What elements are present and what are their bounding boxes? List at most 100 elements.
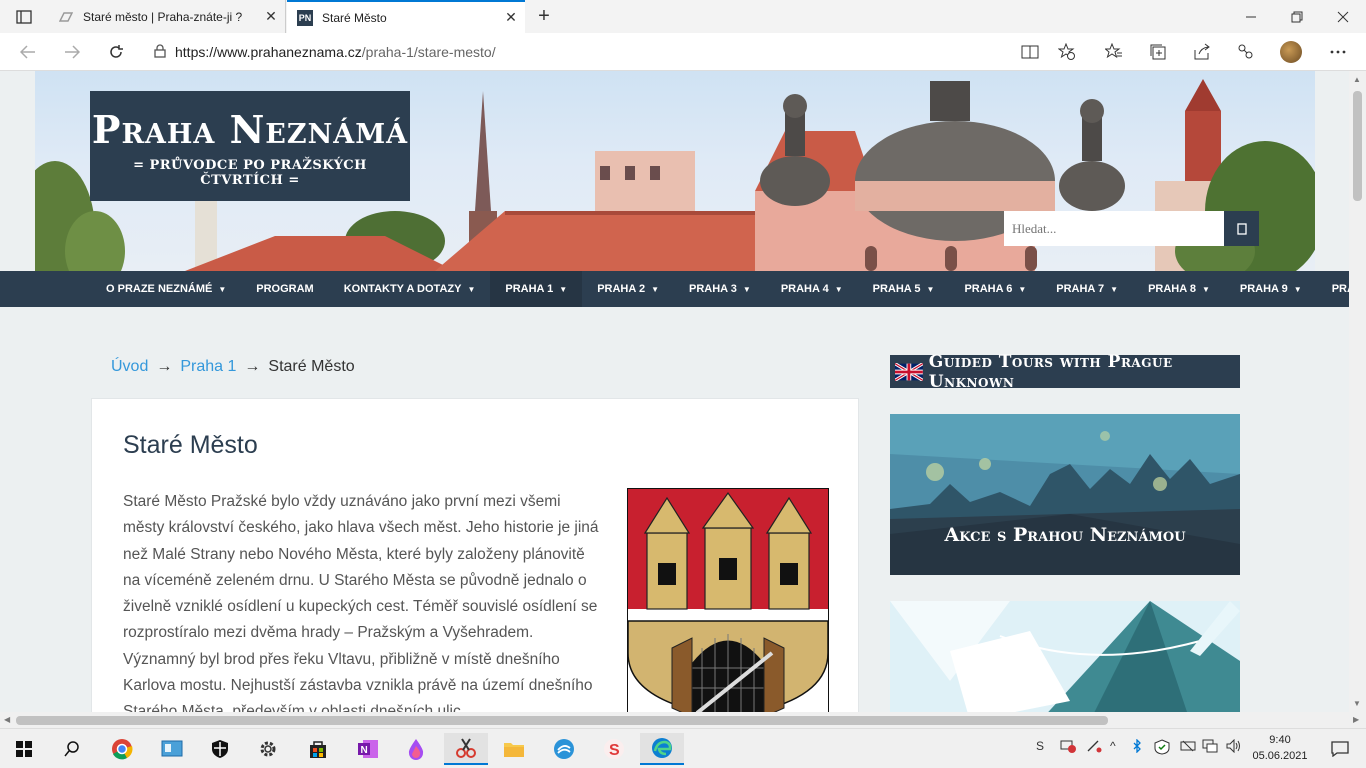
secondary-promo-banner[interactable] (890, 601, 1240, 712)
security-app-button[interactable] (198, 733, 242, 765)
tab-actions-button[interactable] (8, 6, 40, 28)
nav-item-praha-9[interactable]: PRAHA 9 ▼ (1225, 271, 1317, 307)
tab-close-icon[interactable]: ✕ (257, 8, 285, 25)
refresh-button[interactable] (102, 39, 130, 65)
store-app-button[interactable] (296, 733, 340, 765)
snip-scissors-icon (456, 738, 476, 758)
tab-stare-mesto-praha-znate-ji[interactable]: Staré město | Praha-znáte-ji ? ✕ (48, 0, 286, 33)
close-window-button[interactable] (1320, 0, 1366, 33)
url-path: /praha-1/stare-mesto/ (361, 44, 496, 60)
tab-actions-icon (16, 10, 32, 24)
vertical-scroll-thumb[interactable] (1353, 91, 1362, 201)
onenote-app-button[interactable]: N (346, 733, 390, 765)
tab-close-icon[interactable]: ✕ (497, 9, 525, 26)
caret-down-icon: ▼ (1110, 284, 1119, 294)
nav-label: PRAHA 2 (597, 283, 646, 295)
caret-down-icon: ▼ (218, 284, 227, 294)
notifications-button[interactable] (1318, 733, 1362, 765)
collections-button[interactable] (1145, 40, 1171, 64)
vertical-scrollbar[interactable]: ▲ ▼ (1349, 71, 1366, 712)
settings-app-button[interactable] (246, 733, 290, 765)
nav-item-praha-5[interactable]: PRAHA 5 ▼ (858, 271, 950, 307)
tray-network-icon[interactable] (1202, 739, 1218, 756)
tray-network-error-icon[interactable] (1060, 739, 1076, 756)
snipping-tool-app-button[interactable] (444, 733, 488, 765)
arrow-right-icon (65, 45, 80, 59)
scroll-up-icon[interactable]: ▲ (1353, 75, 1361, 84)
new-tab-button[interactable]: + (530, 4, 558, 30)
nav-item-kontakty-a-dotazy[interactable]: KONTAKTY A DOTAZY ▼ (329, 271, 491, 307)
scroll-down-icon[interactable]: ▼ (1353, 699, 1361, 708)
minimize-icon (1246, 16, 1256, 17)
search-taskbar-button[interactable] (50, 733, 94, 765)
chrome-icon (112, 739, 133, 760)
s-logo-icon: S (604, 739, 624, 759)
settings-more-button[interactable] (1325, 40, 1351, 64)
tray-ink-icon[interactable] (1086, 739, 1102, 756)
more-icon (1330, 50, 1346, 54)
restore-button[interactable] (1274, 0, 1320, 33)
svg-text:N: N (361, 745, 368, 756)
start-button[interactable] (2, 733, 46, 765)
horizontal-scroll-thumb[interactable] (16, 716, 1108, 725)
reader-view-button[interactable] (1017, 40, 1043, 64)
favorites-button[interactable] (1101, 40, 1127, 64)
profile-avatar[interactable] (1280, 41, 1302, 63)
tray-s-icon[interactable]: S (1036, 739, 1044, 753)
nav-item-o-praze-nezname[interactable]: O PRAZE NEZNÁMÉ ▼ (91, 271, 241, 307)
share-icon (1194, 43, 1210, 60)
breadcrumb-parent-link[interactable]: Praha 1 (180, 358, 236, 376)
site-logo[interactable]: Praha Neznámá = PRŮVODCE PO PRAŽSKÝCH ČT… (90, 91, 410, 201)
nav-label: PRAHA 1 (505, 283, 554, 295)
weather-app-button[interactable] (542, 733, 586, 765)
nav-item-praha-7[interactable]: PRAHA 7 ▼ (1041, 271, 1133, 307)
share-button[interactable] (1189, 40, 1215, 64)
nav-item-praha-3[interactable]: PRAHA 3 ▼ (674, 271, 766, 307)
breadcrumb-home-link[interactable]: Úvod (111, 358, 148, 376)
paint3d-app-button[interactable] (394, 733, 438, 765)
red-s-app-button[interactable]: S (592, 733, 636, 765)
system-clock[interactable]: 9:40 05.06.2021 (1250, 732, 1310, 764)
add-favorite-button[interactable] (1054, 40, 1080, 64)
tray-keyboard-icon[interactable] (1180, 739, 1196, 756)
horizontal-scrollbar[interactable]: ◀ ▶ (0, 712, 1366, 728)
tray-defender-icon[interactable] (1154, 739, 1170, 758)
tab-title: Staré město | Praha-znáte-ji ? (83, 9, 243, 24)
nav-label: PRAHA 9 (1239, 283, 1288, 295)
scroll-left-icon[interactable]: ◀ (4, 715, 10, 724)
nav-label: PRAHA 10 (1331, 283, 1349, 295)
control-panel-app-button[interactable] (150, 733, 194, 765)
extensions-button[interactable] (1233, 40, 1259, 64)
nav-item-praha-4[interactable]: PRAHA 4 ▼ (766, 271, 858, 307)
nav-item-program[interactable]: PROGRAM (241, 271, 328, 307)
url-bar[interactable]: https://www.prahaneznama.cz/praha-1/star… (145, 37, 1095, 67)
svg-text:S: S (609, 742, 620, 759)
shield-icon (212, 740, 228, 758)
events-promo-banner[interactable]: Akce s Prahou Neznámou (890, 414, 1240, 575)
main-navigation: O PRAZE NEZNÁMÉ ▼ PROGRAM KONTAKTY A DOTA… (0, 271, 1349, 307)
star-add-icon (1058, 43, 1075, 60)
search-input[interactable] (1004, 211, 1224, 246)
chrome-app-button[interactable] (100, 733, 144, 765)
tray-volume-icon[interactable] (1226, 738, 1242, 756)
nav-item-praha-6[interactable]: PRAHA 6 ▼ (949, 271, 1041, 307)
guided-tours-label: Guided Tours with Prague Unknown (928, 351, 1173, 392)
nav-item-praha-2[interactable]: PRAHA 2 ▼ (582, 271, 674, 307)
tray-chevron-up-icon[interactable]: ^ (1110, 739, 1116, 753)
back-button[interactable] (14, 39, 42, 65)
search-button[interactable] (1224, 211, 1259, 246)
nav-item-praha-1[interactable]: PRAHA 1 ▼ (490, 271, 583, 307)
guided-tours-banner[interactable]: Guided Tours with Prague Unknown (890, 352, 1240, 392)
tab-favicon-pn-icon: PN (297, 9, 313, 26)
nav-item-praha-8[interactable]: PRAHA 8 ▼ (1133, 271, 1225, 307)
nav-item-praha-10[interactable]: PRAHA 10▼ (1317, 271, 1349, 307)
breadcrumb: Úvod → Praha 1 → Staré Město (111, 358, 355, 376)
abstract-illustration (890, 601, 1240, 712)
file-explorer-app-button[interactable] (492, 733, 536, 765)
minimize-button[interactable] (1228, 0, 1274, 33)
forward-button[interactable] (58, 39, 86, 65)
tray-bluetooth-icon[interactable] (1132, 738, 1142, 756)
scroll-right-icon[interactable]: ▶ (1353, 715, 1359, 724)
edge-app-button[interactable] (640, 733, 684, 765)
tab-stare-mesto[interactable]: PN Staré Město ✕ (287, 0, 525, 33)
